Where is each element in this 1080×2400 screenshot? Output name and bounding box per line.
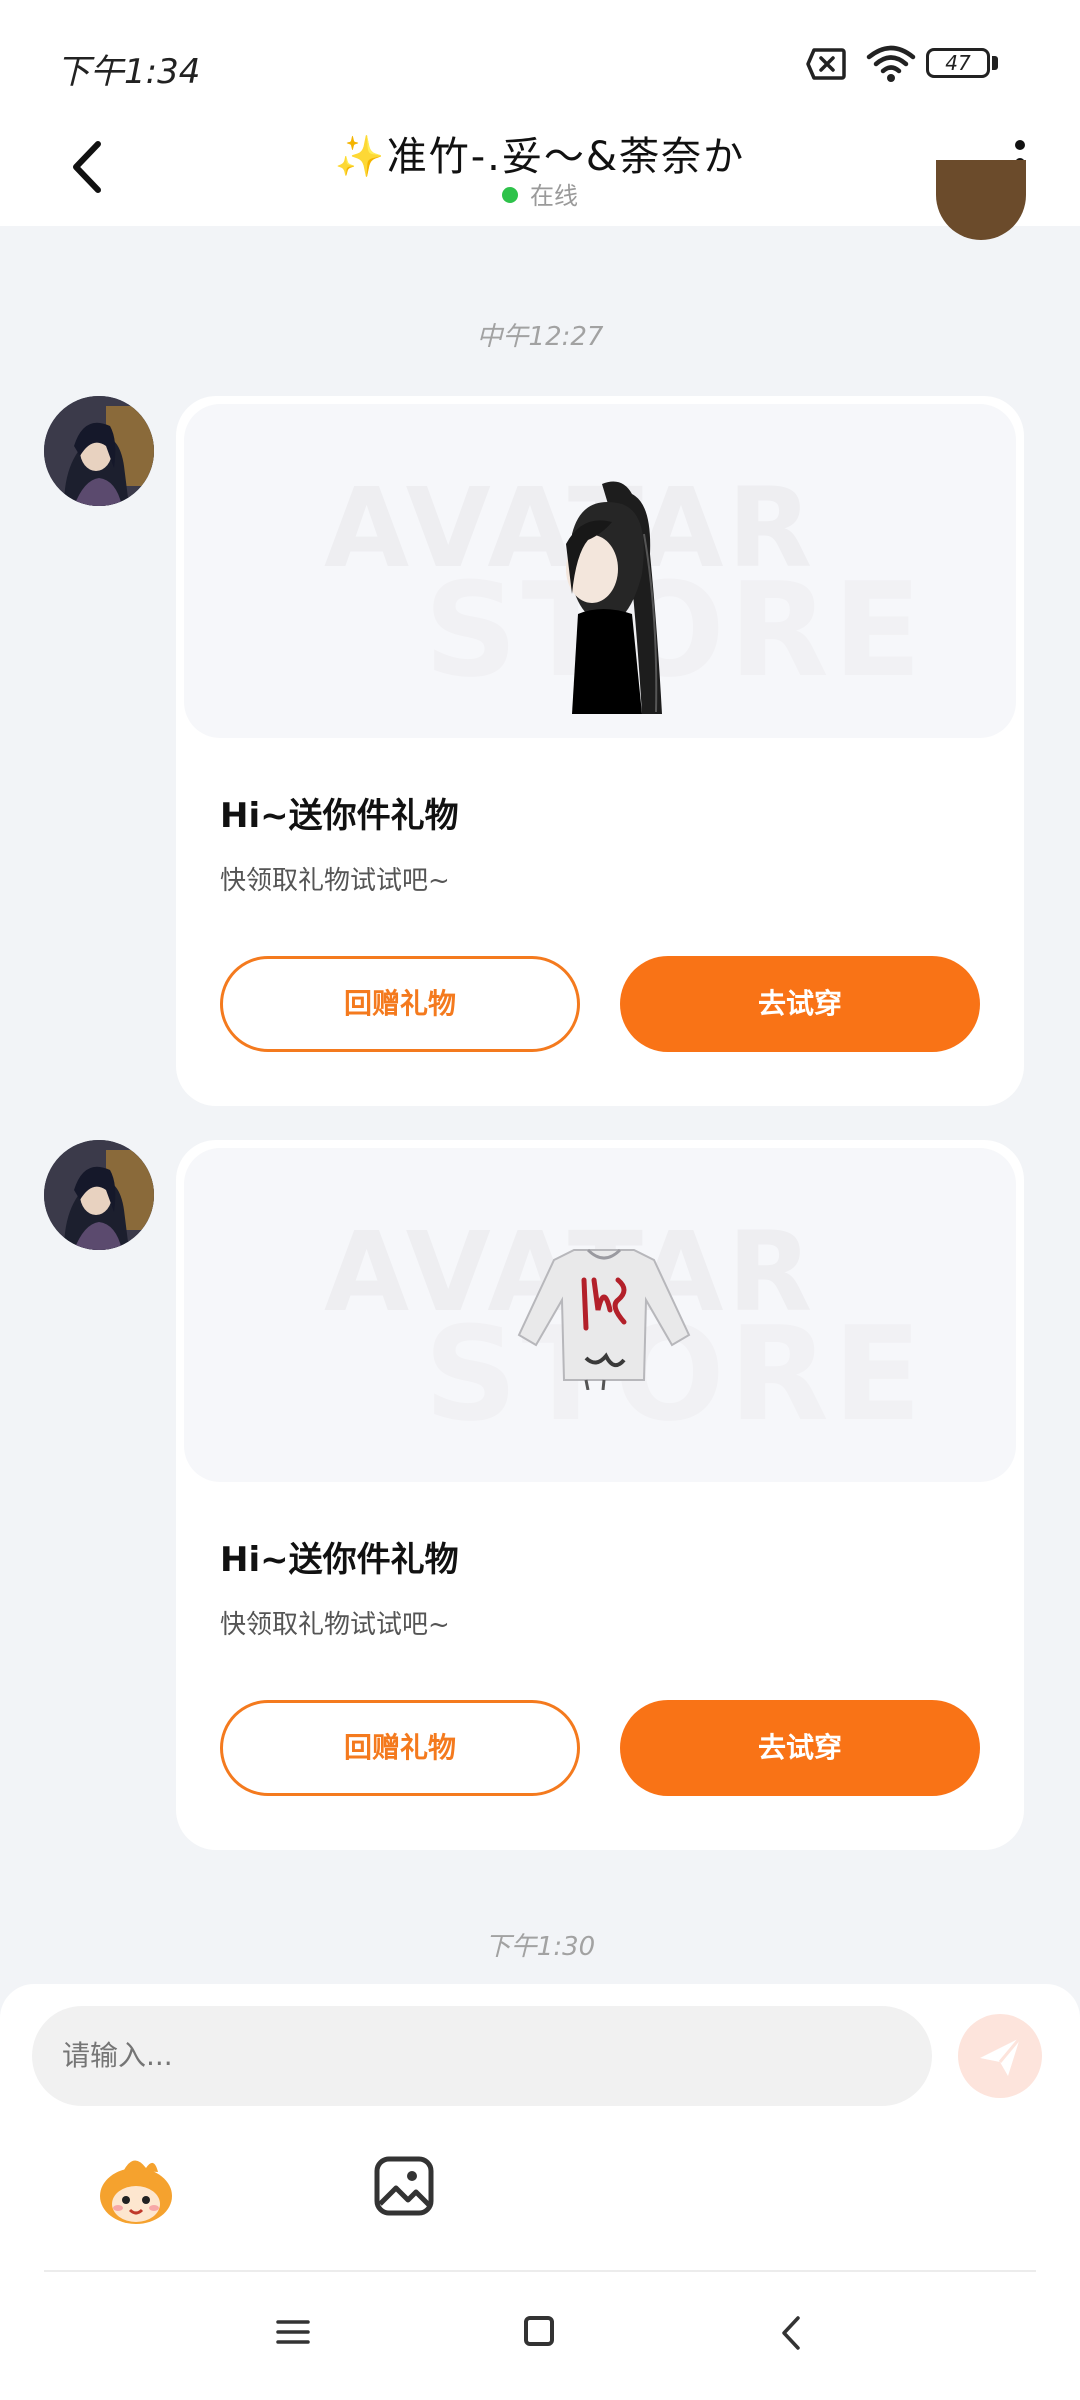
sender-avatar[interactable] bbox=[44, 1140, 154, 1250]
recents-menu-icon[interactable] bbox=[276, 2318, 310, 2346]
chat-header: ✨准竹-.妥～&荼奈か 在线 bbox=[0, 120, 1080, 226]
try-on-button[interactable]: 去试穿 bbox=[620, 1700, 980, 1796]
message-timestamp: 下午1:30 bbox=[484, 1932, 596, 1962]
status-time: 下午1:34 bbox=[56, 52, 201, 92]
hair-item-image bbox=[566, 481, 662, 714]
chat-title[interactable]: ✨准竹-.妥～&荼奈か bbox=[0, 124, 1080, 182]
nav-back-icon[interactable] bbox=[780, 2314, 804, 2352]
presence-status: 在线 bbox=[0, 176, 1080, 211]
gift-title: Hi~送你件礼物 bbox=[220, 1540, 459, 1580]
presence-label: 在线 bbox=[530, 182, 578, 210]
divider bbox=[44, 2270, 1036, 2272]
send-button[interactable] bbox=[958, 2014, 1042, 2098]
image-picker-icon[interactable] bbox=[372, 2154, 436, 2218]
status-bar: 下午1:34 47 bbox=[0, 0, 1080, 120]
battery-indicator: 47 bbox=[926, 48, 990, 78]
gift-subtitle: 快领取礼物试试吧~ bbox=[220, 866, 450, 896]
gift-subtitle: 快领取礼物试试吧~ bbox=[220, 1610, 450, 1640]
no-sim-icon bbox=[806, 48, 846, 80]
return-gift-button[interactable]: 回赠礼物 bbox=[220, 1700, 580, 1796]
return-gift-button[interactable]: 回赠礼物 bbox=[220, 956, 580, 1052]
top-bar: 下午1:34 47 ✨准竹-.妥～&荼奈か 在线 bbox=[0, 0, 1080, 226]
self-avatar-partial[interactable] bbox=[936, 160, 1026, 240]
home-button-icon[interactable] bbox=[524, 2316, 554, 2346]
message-input[interactable] bbox=[32, 2006, 932, 2106]
system-nav-bar bbox=[0, 2274, 1080, 2400]
composer-panel bbox=[0, 1984, 1080, 2400]
send-icon bbox=[980, 2037, 1022, 2076]
gift-title: Hi~送你件礼物 bbox=[220, 796, 459, 836]
jacket-item-image bbox=[517, 1248, 691, 1390]
online-dot-icon bbox=[502, 187, 518, 203]
wifi-icon bbox=[866, 45, 916, 82]
try-on-button[interactable]: 去试穿 bbox=[620, 956, 980, 1052]
gift-preview[interactable]: AVATAR STORE bbox=[184, 1148, 1016, 1482]
gift-card: AVATAR STORE Hi~送你件礼物 快领取礼物试试吧~ 回赠礼物 去试穿 bbox=[176, 396, 1024, 1106]
gift-preview[interactable]: AVATAR STORE bbox=[184, 404, 1016, 738]
battery-tip bbox=[992, 56, 998, 70]
sender-avatar[interactable] bbox=[44, 396, 154, 506]
emoji-mascot-icon[interactable] bbox=[94, 2152, 178, 2228]
message-timestamp: 中午12:27 bbox=[476, 322, 604, 352]
status-icons: 47 bbox=[620, 40, 1080, 90]
gift-card: AVATAR STORE Hi~送你件礼物 快领取礼物试试吧~ 回赠礼物 去试穿 bbox=[176, 1140, 1024, 1850]
